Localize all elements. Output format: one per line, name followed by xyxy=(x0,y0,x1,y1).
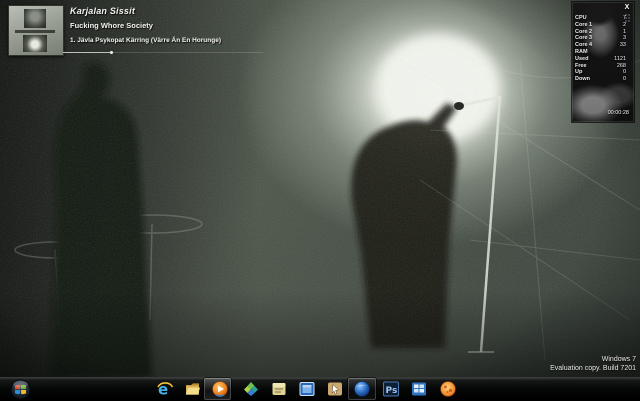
build-watermark: Windows 7 Evaluation copy. Build 7201 xyxy=(550,356,636,373)
close-icon[interactable]: X xyxy=(622,3,632,12)
stat-row: Used 1121 xyxy=(575,56,630,63)
stat-label: Core 1 xyxy=(575,22,592,29)
album-cover-photo xyxy=(24,9,46,28)
stat-value: 33 xyxy=(620,42,630,49)
gadget-stats-list: CPU7 Core 12 Core 21 Core 33 Core 433 RA… xyxy=(575,15,630,83)
album-cover-drum-photo xyxy=(23,35,47,52)
start-button[interactable] xyxy=(10,379,31,400)
taskbar: e xyxy=(0,377,640,400)
stat-value: 7 xyxy=(623,15,630,22)
stat-label: RAM xyxy=(575,49,588,56)
stat-row: Core 1 2 xyxy=(575,22,630,29)
stat-row: Core 4 33 xyxy=(575,42,630,49)
album-title: Fucking Whore Society xyxy=(70,21,153,30)
now-playing-widget[interactable]: Karjalan Sissit Fucking Whore Society 1.… xyxy=(0,0,330,62)
photoshop-icon[interactable]: Ps xyxy=(382,380,400,398)
stat-label: Core 4 xyxy=(575,42,592,49)
orange-app-icon[interactable] xyxy=(439,380,457,398)
messenger-window-app-icon[interactable] xyxy=(298,380,316,398)
remote-desktop-app-icon[interactable] xyxy=(410,380,428,398)
green-app-icon[interactable] xyxy=(242,380,260,398)
track-progress-fill xyxy=(63,52,111,53)
stat-label: CPU xyxy=(575,15,587,22)
watermark-os-name: Windows 7 xyxy=(550,356,636,365)
system-monitor-gadget[interactable]: X CPU7 Core 12 Core 21 Core 33 Core 433 … xyxy=(572,2,634,122)
album-cover-title-bar xyxy=(15,30,55,33)
explorer-folder-icon[interactable] xyxy=(184,380,202,398)
pointer-app-icon[interactable] xyxy=(326,380,344,398)
photoshop-label: Ps xyxy=(386,386,398,396)
stat-label: Used xyxy=(575,56,588,63)
track-progress-bar[interactable] xyxy=(63,51,263,54)
stat-row: Free268 xyxy=(575,63,630,70)
track-progress-handle[interactable] xyxy=(110,51,113,54)
blue-sphere-browser-icon[interactable] xyxy=(353,380,371,398)
internet-explorer-icon[interactable]: e xyxy=(156,380,174,398)
stat-row: Down 0 xyxy=(575,76,630,83)
stat-row: RAM xyxy=(575,49,630,56)
uptime-value: 00:00:28 xyxy=(608,110,629,116)
stat-value xyxy=(626,49,630,56)
watermark-build: Evaluation copy. Build 7201 xyxy=(550,365,636,374)
desktop: Karjalan Sissit Fucking Whore Society 1.… xyxy=(0,0,640,400)
album-art[interactable] xyxy=(8,5,64,56)
stat-value: 0 xyxy=(623,76,630,83)
stat-value: 2 xyxy=(623,22,630,29)
windows-media-player-icon[interactable] xyxy=(211,380,229,398)
track-title: 1. Jävla Psykopat Kärring (Värre Än En H… xyxy=(70,37,221,44)
notes-app-icon[interactable] xyxy=(270,380,288,398)
stat-value: 1121 xyxy=(614,56,630,63)
stat-label: Down xyxy=(575,76,590,83)
stat-row: CPU 7 xyxy=(575,15,630,22)
artist-name: Karjalan Sissit xyxy=(70,6,135,16)
